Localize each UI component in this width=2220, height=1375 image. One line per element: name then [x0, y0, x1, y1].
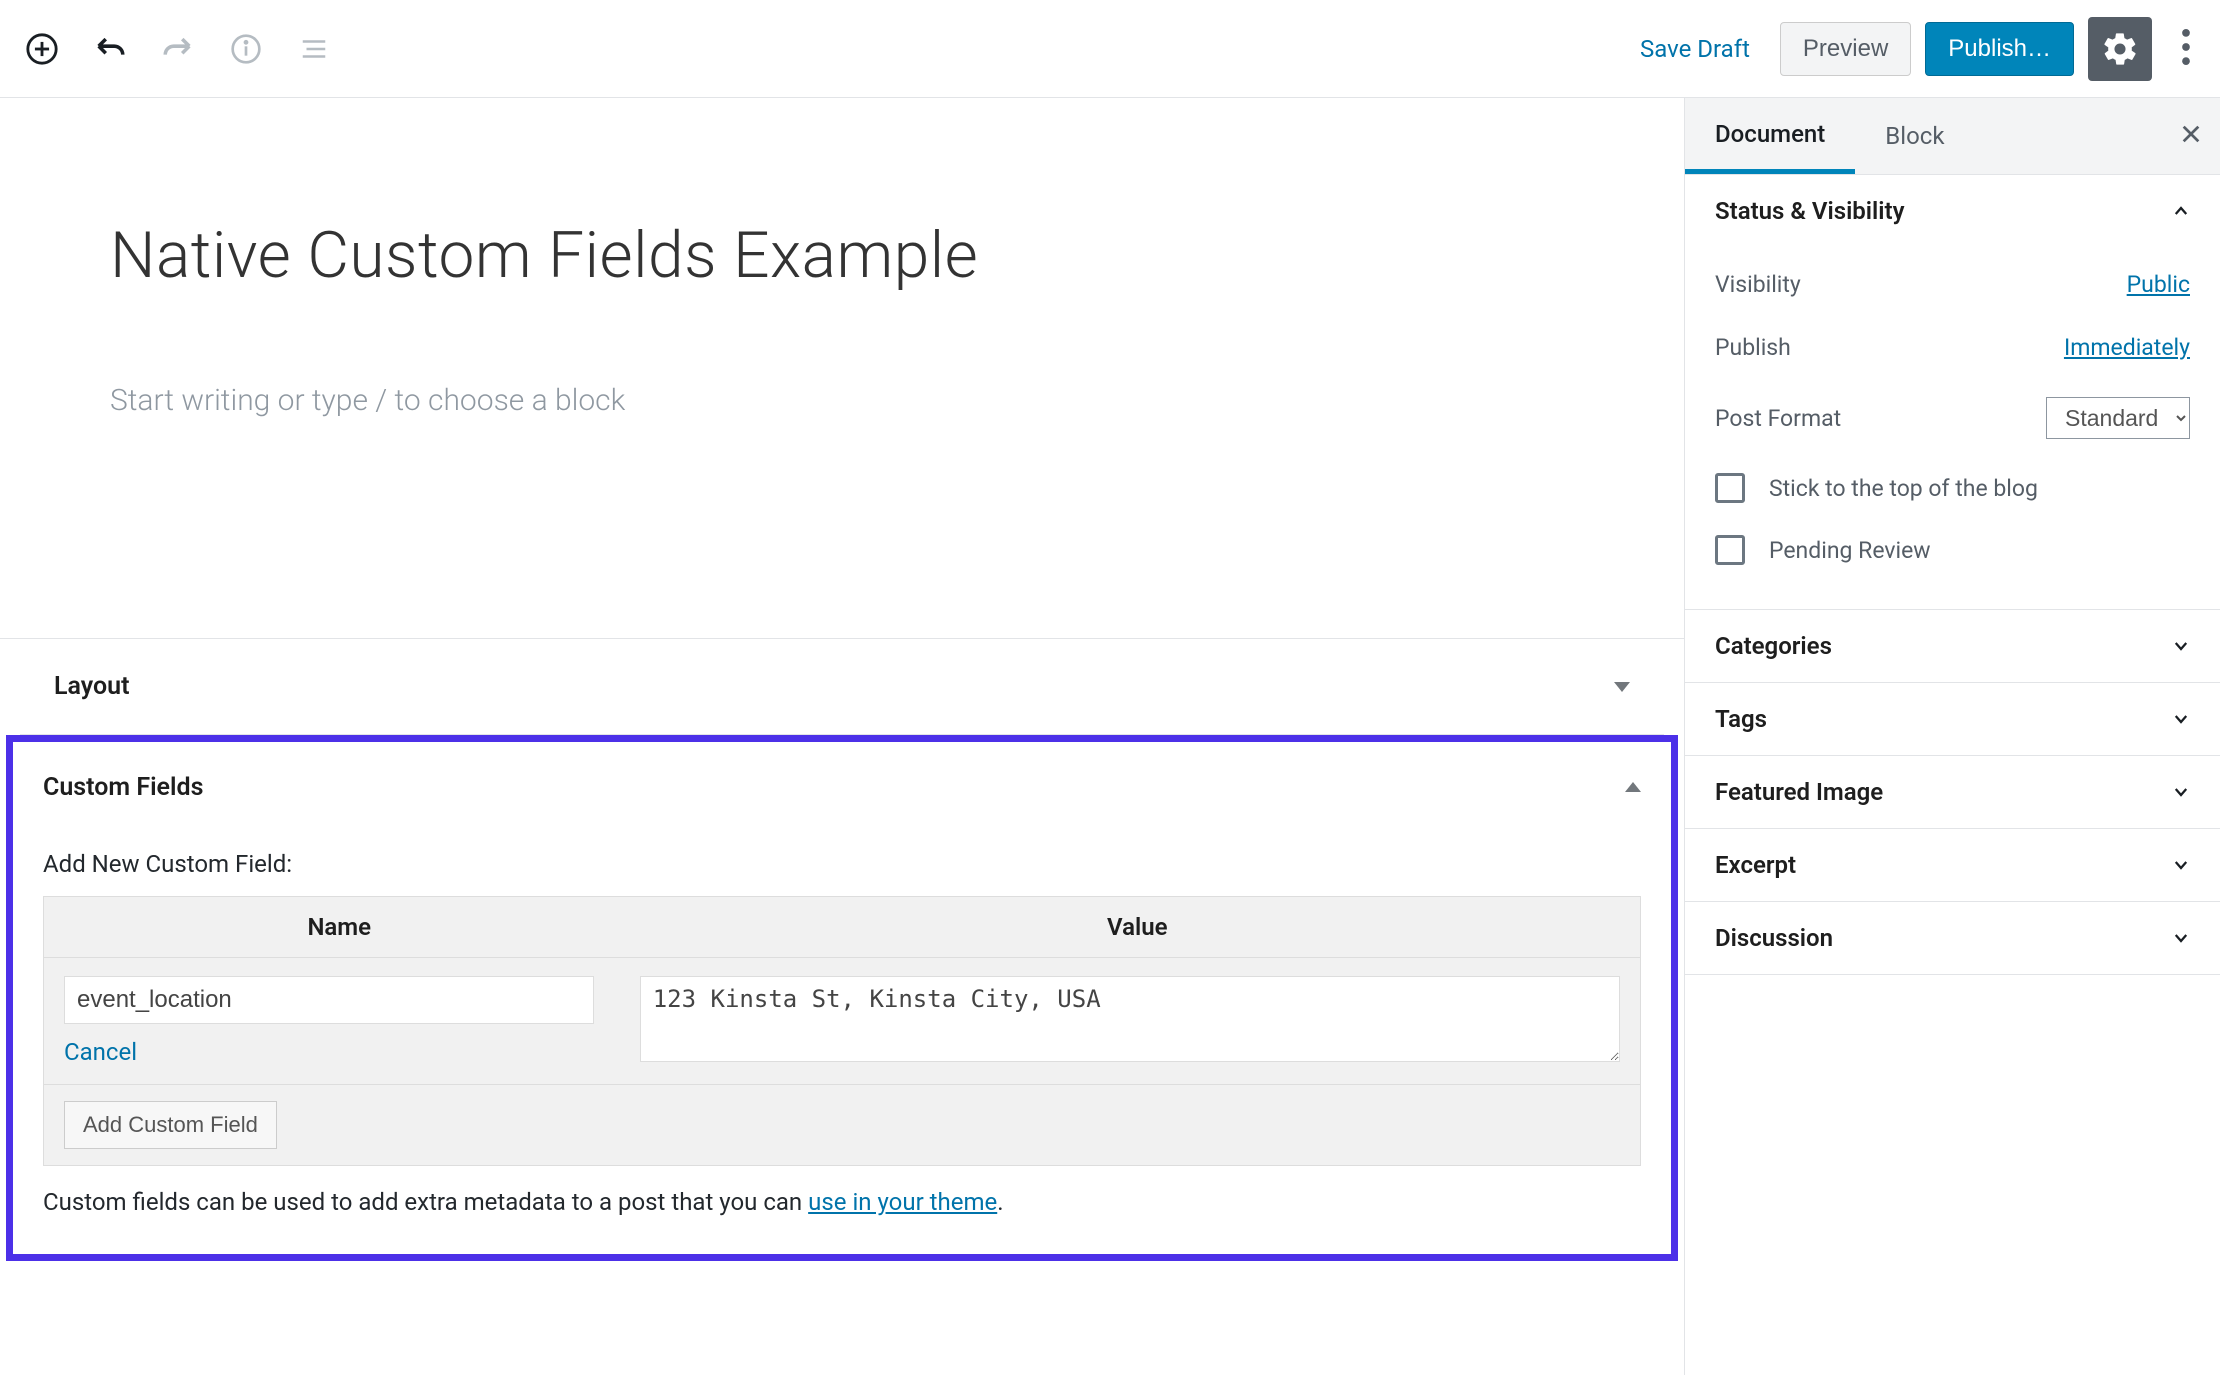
featured-image-toggle[interactable]: Featured Image [1685, 756, 2220, 828]
cancel-link[interactable]: Cancel [64, 1038, 640, 1066]
pending-review-checkbox[interactable] [1715, 535, 1745, 565]
custom-fields-help: Custom fields can be used to add extra m… [43, 1166, 1641, 1216]
name-column-header: Name [44, 897, 635, 957]
categories-panel: Categories [1685, 610, 2220, 683]
visibility-value[interactable]: Public [2127, 271, 2190, 298]
excerpt-panel: Excerpt [1685, 829, 2220, 902]
custom-fields-title: Custom Fields [43, 773, 203, 802]
field-name-input[interactable] [64, 976, 594, 1024]
chevron-down-icon [2172, 856, 2190, 874]
chevron-down-icon [2172, 710, 2190, 728]
layout-toggle[interactable]: Layout [54, 639, 1630, 734]
undo-button[interactable] [92, 31, 128, 67]
tab-document[interactable]: Document [1685, 98, 1855, 174]
block-navigation-button[interactable] [296, 31, 332, 67]
status-visibility-toggle[interactable]: Status & Visibility [1685, 175, 2220, 247]
categories-toggle[interactable]: Categories [1685, 610, 2220, 682]
publish-value[interactable]: Immediately [2064, 334, 2190, 361]
sidebar-tabs: Document Block [1685, 98, 2220, 175]
publish-label: Publish [1715, 334, 1791, 361]
settings-button[interactable] [2088, 17, 2152, 81]
status-title: Status & Visibility [1715, 197, 1905, 225]
status-visibility-panel: Status & Visibility Visibility Public Pu… [1685, 175, 2220, 610]
post-title-input[interactable]: Native Custom Fields Example [110, 218, 1574, 293]
top-toolbar: Save Draft Preview Publish… [0, 0, 2220, 98]
layout-title: Layout [54, 672, 130, 701]
metaboxes: Layout Custom Fields Add New Custom Fiel… [0, 638, 1684, 1261]
settings-sidebar: Document Block Status & Visibility Visib… [1684, 98, 2220, 1375]
chevron-up-icon [2172, 202, 2190, 220]
preview-button[interactable]: Preview [1780, 22, 1911, 76]
sticky-label: Stick to the top of the blog [1769, 475, 2038, 502]
more-options-button[interactable] [2166, 21, 2206, 77]
custom-fields-table: Name Value Cancel 123 <span class="spell… [43, 896, 1641, 1166]
featured-image-panel: Featured Image [1685, 756, 2220, 829]
custom-fields-toggle[interactable]: Custom Fields [43, 742, 1641, 832]
save-draft-button[interactable]: Save Draft [1624, 23, 1766, 75]
post-format-select[interactable]: Standard [2046, 397, 2190, 439]
excerpt-toggle[interactable]: Excerpt [1685, 829, 2220, 901]
layout-metabox: Layout [20, 639, 1664, 735]
block-placeholder[interactable]: Start writing or type / to choose a bloc… [110, 383, 1574, 418]
add-block-button[interactable] [24, 31, 60, 67]
tab-block[interactable]: Block [1855, 98, 1974, 174]
chevron-down-icon [2172, 929, 2190, 947]
tags-panel: Tags [1685, 683, 2220, 756]
value-column-header: Value [635, 897, 1640, 957]
publish-button[interactable]: Publish… [1925, 22, 2074, 76]
info-button[interactable] [228, 31, 264, 67]
chevron-down-icon [2172, 783, 2190, 801]
field-value-input[interactable]: 123 <span class="spellcheck">Kinsta</spa… [640, 976, 1620, 1062]
post-format-label: Post Format [1715, 405, 1841, 432]
visibility-label: Visibility [1715, 271, 1801, 298]
add-new-field-label: Add New Custom Field: [43, 832, 1641, 896]
chevron-down-icon [2172, 637, 2190, 655]
use-in-theme-link[interactable]: use in your theme [808, 1188, 997, 1216]
sticky-checkbox[interactable] [1715, 473, 1745, 503]
redo-button[interactable] [160, 31, 196, 67]
chevron-up-icon [1625, 782, 1641, 792]
tags-toggle[interactable]: Tags [1685, 683, 2220, 755]
add-custom-field-button[interactable]: Add Custom Field [64, 1101, 277, 1149]
pending-label: Pending Review [1769, 537, 1931, 564]
chevron-down-icon [1614, 682, 1630, 692]
discussion-toggle[interactable]: Discussion [1685, 902, 2220, 974]
close-sidebar-button[interactable] [2180, 119, 2202, 153]
discussion-panel: Discussion [1685, 902, 2220, 975]
custom-fields-highlight: Custom Fields Add New Custom Field: Name… [6, 735, 1678, 1261]
editor-content: Native Custom Fields Example Start writi… [0, 98, 1684, 1375]
